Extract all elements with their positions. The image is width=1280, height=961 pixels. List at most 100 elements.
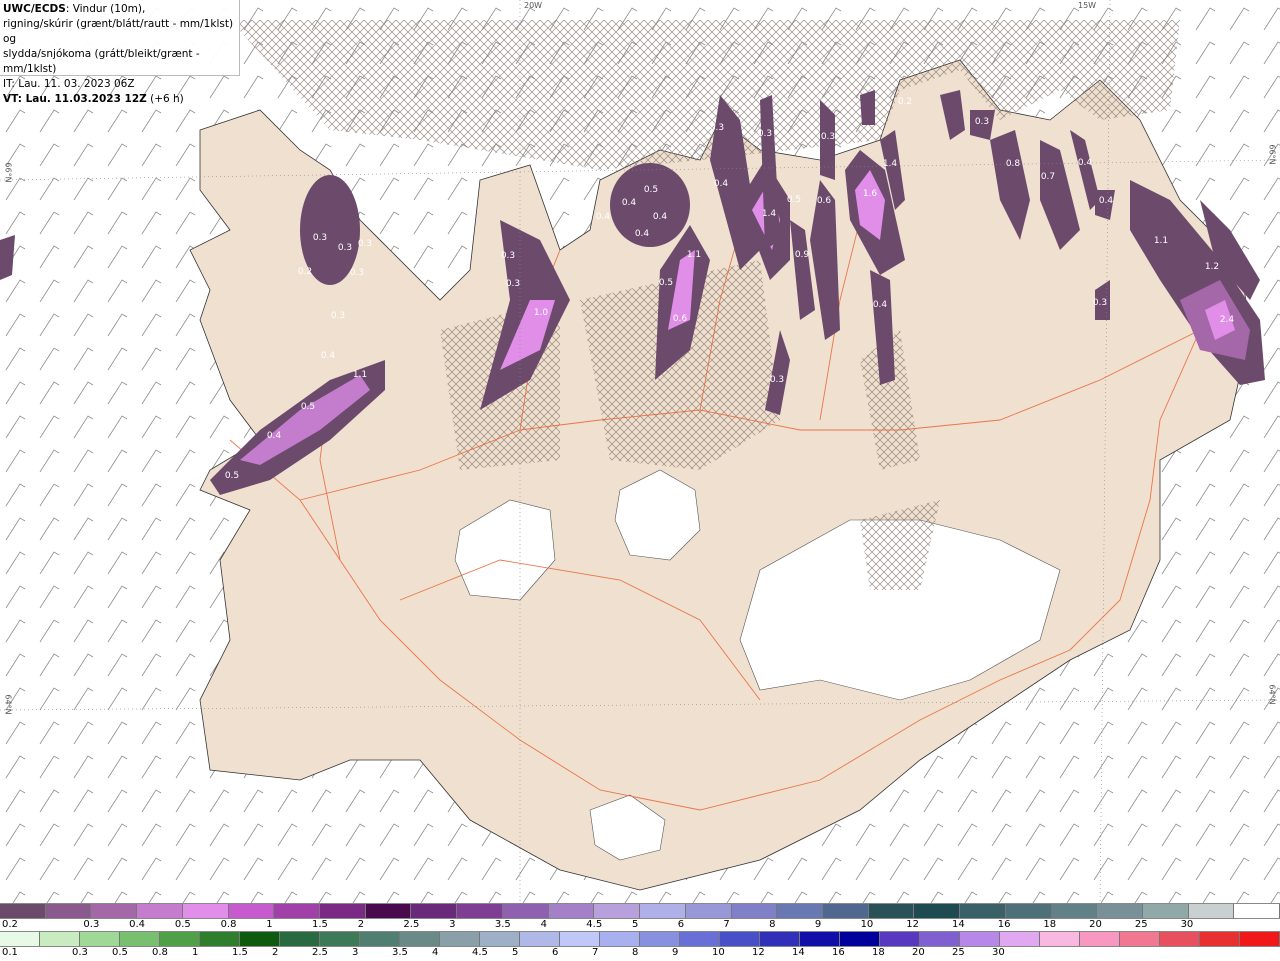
- rain-scale-label: 4.5: [472, 947, 488, 958]
- precip-value-v18: 0.4: [653, 212, 668, 222]
- snow-scale-swatch: [91, 904, 138, 918]
- rain-scale-swatch: [160, 932, 200, 946]
- rain-scale-label: 10: [712, 947, 725, 958]
- rain-scale-label: 0.3: [72, 947, 88, 958]
- rain-scale-label: 9: [672, 947, 679, 958]
- precip-value-v11: 0.5: [225, 471, 239, 481]
- snow-scale-swatch: [274, 904, 321, 918]
- snow-scale-label: 12: [906, 919, 920, 930]
- rain-scale-swatch: [280, 932, 320, 946]
- snow-scale-swatch: [868, 904, 915, 918]
- precip-value-v32: 1.4: [883, 159, 898, 169]
- snow-scale-swatch: [502, 904, 549, 918]
- precip-value-v20: 1.1: [687, 250, 701, 260]
- precip-value-v14: 1.0: [534, 308, 549, 318]
- lat-label-right-64: 64°N: [1267, 684, 1277, 705]
- snow-scale-label: 10: [860, 919, 874, 930]
- snow-scale-bar: [0, 903, 1280, 919]
- snow-scale-label: 2: [357, 919, 365, 930]
- rain-scale-swatch: [440, 932, 480, 946]
- lon-label-15w: 15W: [1078, 1, 1097, 10]
- precip-value-v29: 0.3: [770, 375, 784, 385]
- precip-value-v31: 1.6: [863, 189, 878, 199]
- snow-scale-label: 4.5: [586, 919, 603, 930]
- precip-value-v37: 0.7: [1041, 172, 1055, 182]
- snow-scale-label: 6: [677, 919, 685, 930]
- snow-scale-swatch: [914, 904, 961, 918]
- rain-scale-swatch: [1000, 932, 1040, 946]
- rain-scale-label: 3: [352, 947, 359, 958]
- snow-scale-label: 0.3: [83, 919, 100, 930]
- precip-value-v10: 0.4: [267, 431, 282, 441]
- weather-map: 0.3 0.3 0.3 0.2 0.3 0.3 0.4 1.1 0.5 0.4 0.5 0.3 0.3 1…: [0, 0, 1280, 903]
- rain-scale-swatch: [960, 932, 1000, 946]
- precip-value-v41: 1.1: [1154, 236, 1168, 246]
- rain-scale-label: 3.5: [392, 947, 408, 958]
- snow-scale-swatch: [1188, 904, 1235, 918]
- snow-scale-swatch: [731, 904, 778, 918]
- precip-value-v39: 0.4: [1099, 196, 1114, 206]
- info-snow: slydda/snjókoma (grátt/bleikt/grænt - mm…: [3, 48, 200, 75]
- snow-scale-label: 25: [1134, 919, 1148, 930]
- rain-scale-label: 2.5: [312, 947, 328, 958]
- snow-scale-swatch: [137, 904, 183, 918]
- rain-scale-label: 0.8: [152, 947, 168, 958]
- snow-scale-swatch: [457, 904, 503, 918]
- precip-value-v26: 1.4: [762, 209, 777, 219]
- precip-value-v22: 0.6: [673, 314, 688, 324]
- snow-scale-label: 0.5: [174, 919, 191, 930]
- rain-scale-swatch: [560, 932, 600, 946]
- precip-value-v4: 0.2: [298, 267, 312, 277]
- snow-scale-swatch: [182, 904, 229, 918]
- snow-scale-swatch: [365, 904, 412, 918]
- rain-scale-swatch: [240, 932, 280, 946]
- rain-scale-label: 1.5: [232, 947, 248, 958]
- rain-scale-swatch: [720, 932, 760, 946]
- snow-scale-swatch: [685, 904, 732, 918]
- precip-value-v6: 0.3: [331, 311, 345, 321]
- precip-value-v21: 0.5: [659, 278, 673, 288]
- snow-scale-swatch: [411, 904, 458, 918]
- snow-scale-label: 9: [814, 919, 822, 930]
- snow-scale-swatch: [640, 904, 686, 918]
- rain-scale-label: 30: [992, 947, 1005, 958]
- precip-value-v43: 2.4: [1220, 315, 1235, 325]
- snow-scale-label: 18: [1043, 919, 1057, 930]
- rain-scale-swatch: [0, 932, 40, 946]
- lat-label-right-66: 66°N: [1267, 144, 1277, 165]
- rain-scale-label: 1: [192, 947, 199, 958]
- precip-value-v25: 0.3: [758, 129, 772, 139]
- precip-value-v13: 0.3: [506, 279, 520, 289]
- rain-scale-label: 14: [792, 947, 805, 958]
- precip-value-v40: 0.3: [1093, 298, 1107, 308]
- snow-scale-label: 14: [952, 919, 965, 930]
- lon-label-20w: 20W: [524, 1, 543, 10]
- rain-scale-swatch: [1120, 932, 1160, 946]
- rain-scale-swatch: [640, 932, 680, 946]
- precip-value-v16: 0.4: [622, 198, 637, 208]
- rain-scale-swatch: [680, 932, 720, 946]
- rain-scale-label: 16: [832, 947, 845, 958]
- precip-value-v2: 0.3: [338, 243, 352, 253]
- rain-scale-label: 4: [432, 947, 439, 958]
- rain-scale-swatch: [200, 932, 240, 946]
- snow-scale-label: 7: [723, 919, 730, 930]
- rain-scale-swatch: [600, 932, 640, 946]
- rain-scale-label: 6: [552, 947, 559, 958]
- rain-scale-swatch: [1160, 932, 1200, 946]
- snow-scale-label: 4: [540, 919, 547, 930]
- rain-scale-label: 12: [752, 947, 765, 958]
- precip-value-v8: 1.1: [353, 370, 367, 380]
- precip-value-v17: 0.4: [596, 212, 611, 222]
- snow-scale-swatch: [1005, 904, 1052, 918]
- precip-value-v28: 0.6: [817, 196, 832, 206]
- rain-scale-swatch: [920, 932, 960, 946]
- rain-scale-swatch: [400, 932, 440, 946]
- rain-scale-label: 2: [272, 947, 279, 958]
- snow-scale-label: 1.5: [312, 919, 328, 930]
- snow-scale-label: 1: [266, 919, 273, 930]
- info-init-time: IT: Lau. 11. 03. 2023 06Z: [3, 78, 135, 90]
- precip-value-v7: 0.4: [321, 351, 336, 361]
- rain-scale-label: 7: [592, 947, 599, 958]
- snow-scale-label: 3: [449, 919, 456, 930]
